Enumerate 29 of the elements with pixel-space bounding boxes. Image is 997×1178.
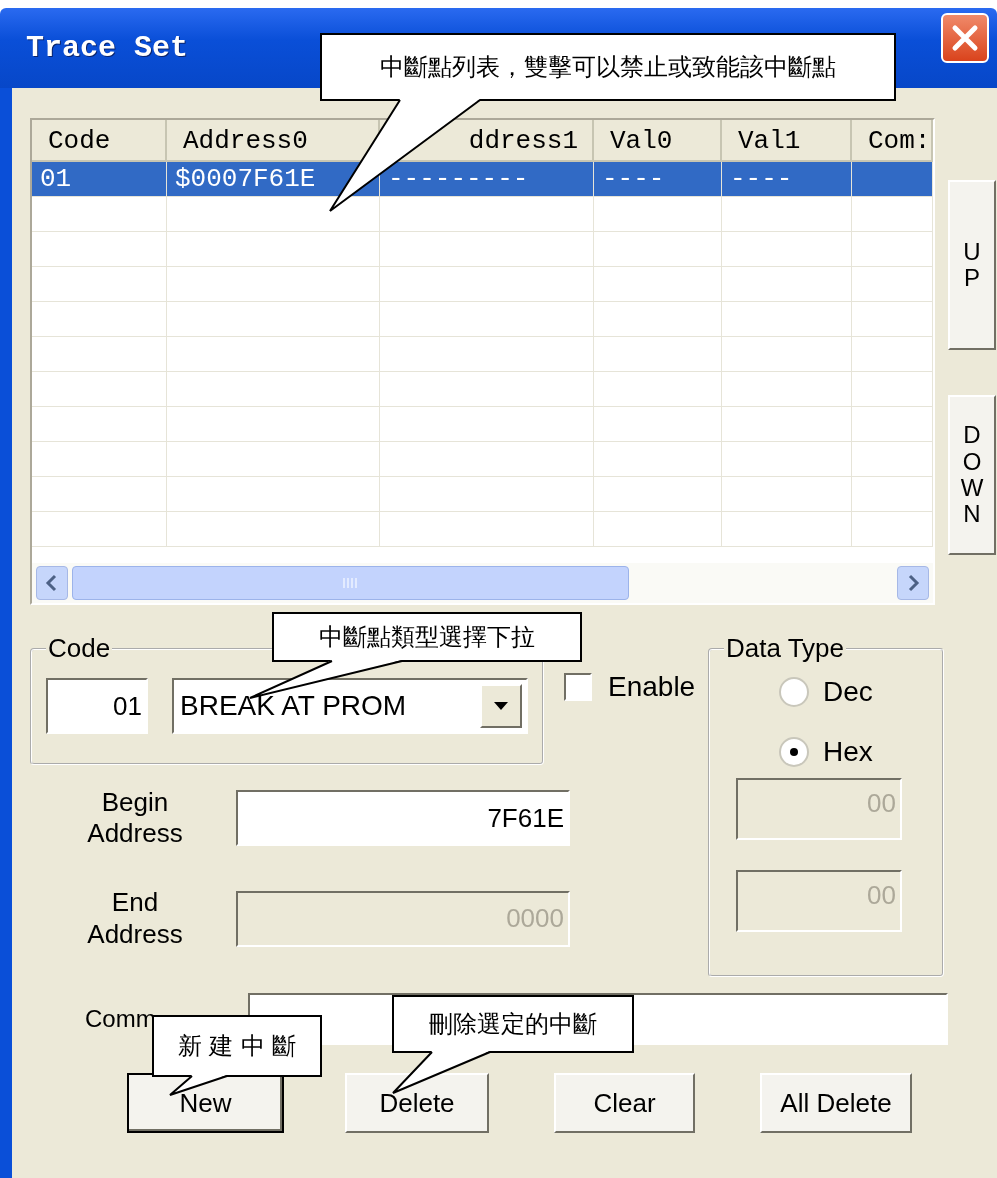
field-label: Begin Address [86,787,184,850]
action-button[interactable]: All Delete [760,1073,912,1133]
chevron-left-icon [45,574,59,592]
window-title: Trace Set [26,31,189,65]
radio-option[interactable]: Hex [779,736,928,768]
radio-dot-icon [789,747,799,757]
close-icon [950,23,980,53]
action-button[interactable]: Delete [345,1073,489,1133]
radio-button[interactable] [779,677,809,707]
grip-icon [341,577,360,589]
radio-button[interactable] [779,737,809,767]
action-button[interactable]: Clear [554,1073,695,1133]
field-label: End Address [86,887,184,950]
address-field[interactable]: 7F61E [236,790,570,847]
chevron-right-icon [906,574,920,592]
move-button[interactable]: DOWN [948,395,996,555]
scroll-left-button[interactable] [36,566,68,600]
group-title: Code [47,633,112,664]
scroll-right-button[interactable] [897,566,929,600]
enable-checkbox[interactable]: Enable [564,671,696,703]
group-title: Data Type [725,633,846,664]
table-row[interactable]: 01 $0007F61E --------- ---- ---- [32,162,933,197]
scrollbar-thumb[interactable] [72,566,629,600]
code-field[interactable]: 01 [46,678,148,734]
checkbox[interactable] [564,673,592,701]
action-button[interactable]: New [127,1073,284,1133]
move-button[interactable]: UP [948,180,996,350]
close-button[interactable] [941,13,989,63]
radio-option[interactable]: Dec [779,676,928,708]
